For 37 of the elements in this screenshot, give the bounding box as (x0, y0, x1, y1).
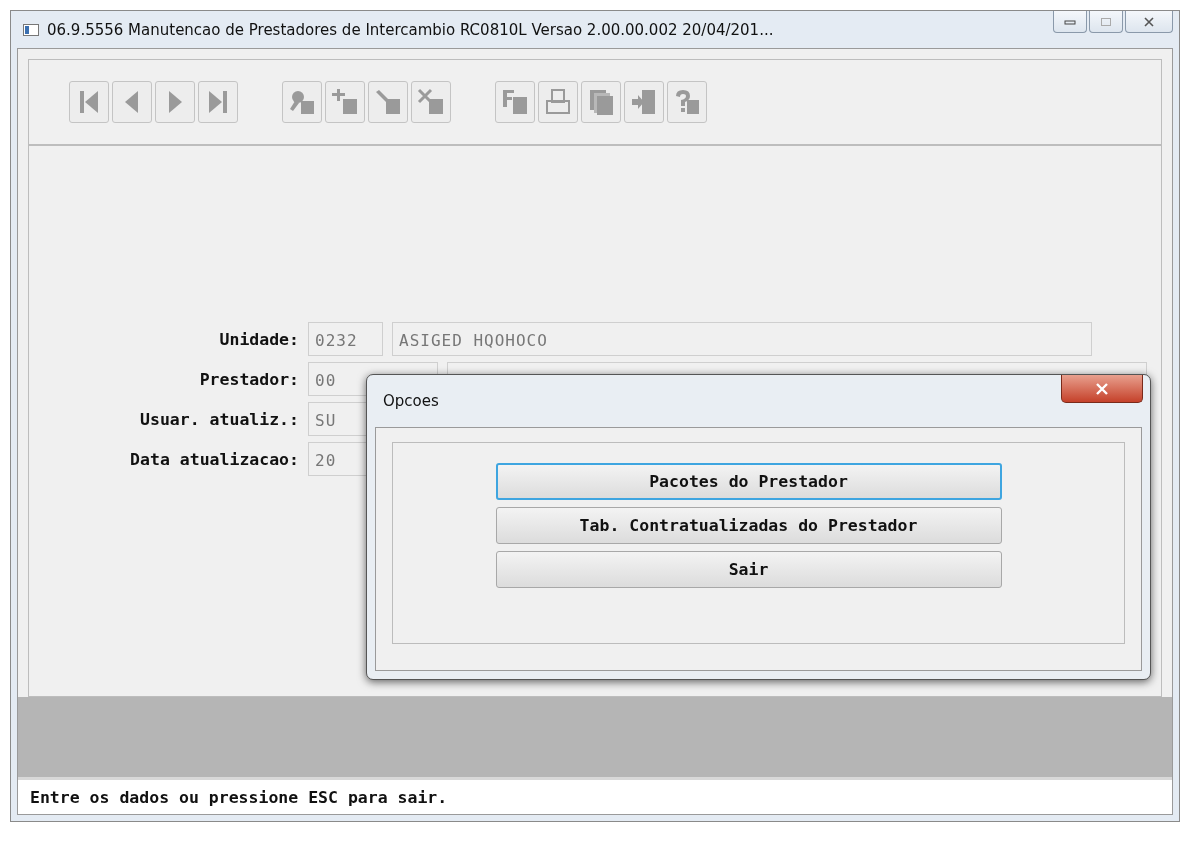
toolbar-button[interactable] (69, 81, 109, 123)
font-icon (500, 87, 530, 117)
close-icon (1095, 382, 1109, 395)
minimize-button[interactable] (1053, 11, 1087, 33)
option-button[interactable]: Sair (495, 551, 1002, 588)
toolbar-button[interactable] (667, 81, 707, 123)
printer-icon (543, 87, 573, 117)
delete-icon (416, 87, 446, 117)
option-button[interactable]: Tab. Contratualizadas do Prestador (495, 507, 1002, 544)
toolbar-button[interactable] (495, 81, 535, 123)
toolbar-button[interactable] (538, 81, 578, 123)
option-button[interactable]: Pacotes do Prestador (495, 463, 1002, 500)
field-label: Prestador: (198, 369, 299, 389)
status-text: Entre os dados ou pressione ESC para sair. (30, 787, 448, 807)
toolbar-button[interactable] (368, 81, 408, 123)
app-icon (23, 23, 39, 36)
toolbar-button[interactable] (155, 81, 195, 123)
toolbar-button[interactable] (624, 81, 664, 123)
window-title: 06.9.5556 Manutencao de Prestadores de Intercambio RC0810L Versao 2.00.00.002 20/04/201... (47, 20, 774, 39)
toolbar-button[interactable] (282, 81, 322, 123)
field-label: Data atualizacao: (129, 449, 299, 469)
toolbar-button[interactable] (198, 81, 238, 123)
maximize-button[interactable] (1089, 11, 1123, 33)
add-icon (330, 87, 360, 117)
input-field[interactable]: ASIGED HQOHOCO (392, 322, 1092, 356)
field-label: Usuar. atualiz.: (139, 409, 299, 429)
dialog-title: Opcoes (383, 392, 439, 410)
field-label: Unidade: (218, 329, 299, 349)
close-icon (1143, 15, 1155, 28)
toolbar-button[interactable] (325, 81, 365, 123)
close-button[interactable] (1061, 375, 1143, 403)
input-field[interactable]: 0232 (308, 322, 383, 356)
toolbar-button[interactable] (411, 81, 451, 123)
maximize-icon (1100, 16, 1112, 27)
toolbar-button[interactable] (581, 81, 621, 123)
minimize-icon (1064, 18, 1076, 25)
toolbar-button[interactable] (112, 81, 152, 123)
